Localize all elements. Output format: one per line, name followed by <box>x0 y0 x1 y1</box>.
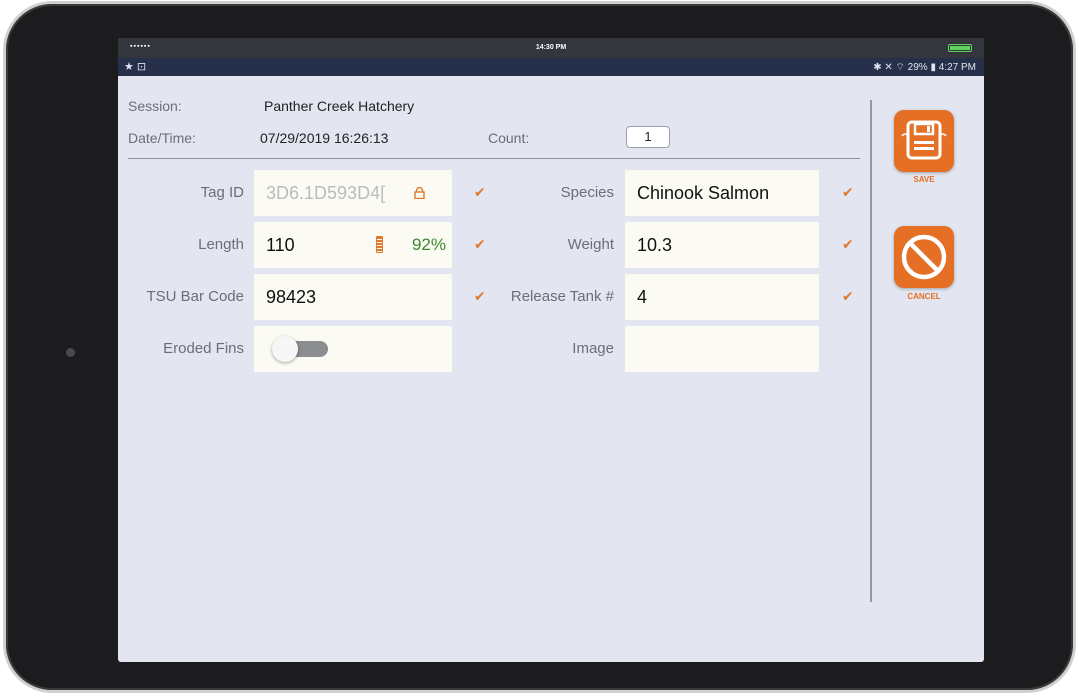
length-field[interactable]: 110 92% <box>254 222 452 268</box>
weight-label: Weight <box>567 236 614 253</box>
tag-id-check-icon: ✔ <box>474 184 486 200</box>
image-field[interactable] <box>625 326 819 372</box>
length-label: Length <box>198 236 244 253</box>
weight-check-icon: ✔ <box>842 236 854 252</box>
species-value: Chinook Salmon <box>637 183 770 203</box>
tag-id-label: Tag ID <box>200 184 244 201</box>
datetime-value: 07/29/2019 16:26:13 <box>260 130 389 146</box>
status-time: 14:30 PM <box>535 44 567 51</box>
tsu-check-icon: ✔ <box>474 288 486 304</box>
camera-dot <box>66 348 75 357</box>
count-label: Count: <box>488 130 530 146</box>
floppy-disk-icon <box>901 120 947 160</box>
lock-icon <box>414 169 425 215</box>
cancel-label: CANCEL <box>907 292 941 301</box>
session-value: Panther Creek Hatchery <box>264 98 415 114</box>
image-label: Image <box>572 340 614 357</box>
datetime-label: Date/Time: <box>128 130 196 146</box>
app-screen: ▪▪▪▪▪▪ 14:30 PM ★ ⊡ ✱ ✕ ⌔ 29% ▮ 4:27 PM … <box>118 38 984 662</box>
weight-field[interactable]: 10.3 <box>625 222 819 268</box>
release-tank-field[interactable]: 4 <box>625 274 819 320</box>
weight-value: 10.3 <box>637 235 673 255</box>
tag-id-field[interactable]: 3D6.1D593D4[ <box>254 170 452 216</box>
tag-id-value: 3D6.1D593D4[ <box>266 183 386 203</box>
length-value: 110 <box>266 235 295 255</box>
battery-icon <box>948 44 972 52</box>
species-check-icon: ✔ <box>842 184 854 200</box>
eroded-fins-field <box>254 326 452 372</box>
android-status-bar: ★ ⊡ ✱ ✕ ⌔ 29% ▮ 4:27 PM <box>118 58 984 76</box>
species-field[interactable]: Chinook Salmon <box>625 170 819 216</box>
action-divider <box>870 100 872 602</box>
prohibited-icon <box>901 234 947 280</box>
battery-percent: 92% <box>411 235 446 254</box>
tsu-bar-code-label: TSU Bar Code <box>146 288 244 305</box>
cancel-button[interactable] <box>894 226 954 288</box>
save-label: SAVE <box>913 175 935 184</box>
count-field[interactable]: 1 <box>626 126 670 148</box>
eroded-fins-label: Eroded Fins <box>163 340 244 357</box>
ios-status-bar: ▪▪▪▪▪▪ 14:30 PM <box>118 38 984 58</box>
species-label: Species <box>560 184 614 201</box>
system-indicators: ✱ ✕ ⌔ 29% ▮ 4:27 PM <box>873 62 976 73</box>
release-tank-label: Release Tank # <box>510 288 614 305</box>
tablet-frame: ▪▪▪▪▪▪ 14:30 PM ★ ⊡ ✱ ✕ ⌔ 29% ▮ 4:27 PM … <box>6 4 1073 690</box>
header-divider <box>128 158 860 159</box>
length-check-icon: ✔ <box>474 236 486 252</box>
notification-icons: ★ ⊡ <box>124 61 147 73</box>
release-tank-value: 4 <box>637 287 648 307</box>
save-button[interactable] <box>894 110 954 172</box>
toggle-knob[interactable] <box>272 336 298 362</box>
tsu-bar-code-value: 98423 <box>266 287 317 307</box>
release-tank-check-icon: ✔ <box>842 288 854 304</box>
battery-icon <box>376 236 383 253</box>
session-label: Session: <box>128 98 182 114</box>
tsu-bar-code-field[interactable]: 98423 <box>254 274 452 320</box>
